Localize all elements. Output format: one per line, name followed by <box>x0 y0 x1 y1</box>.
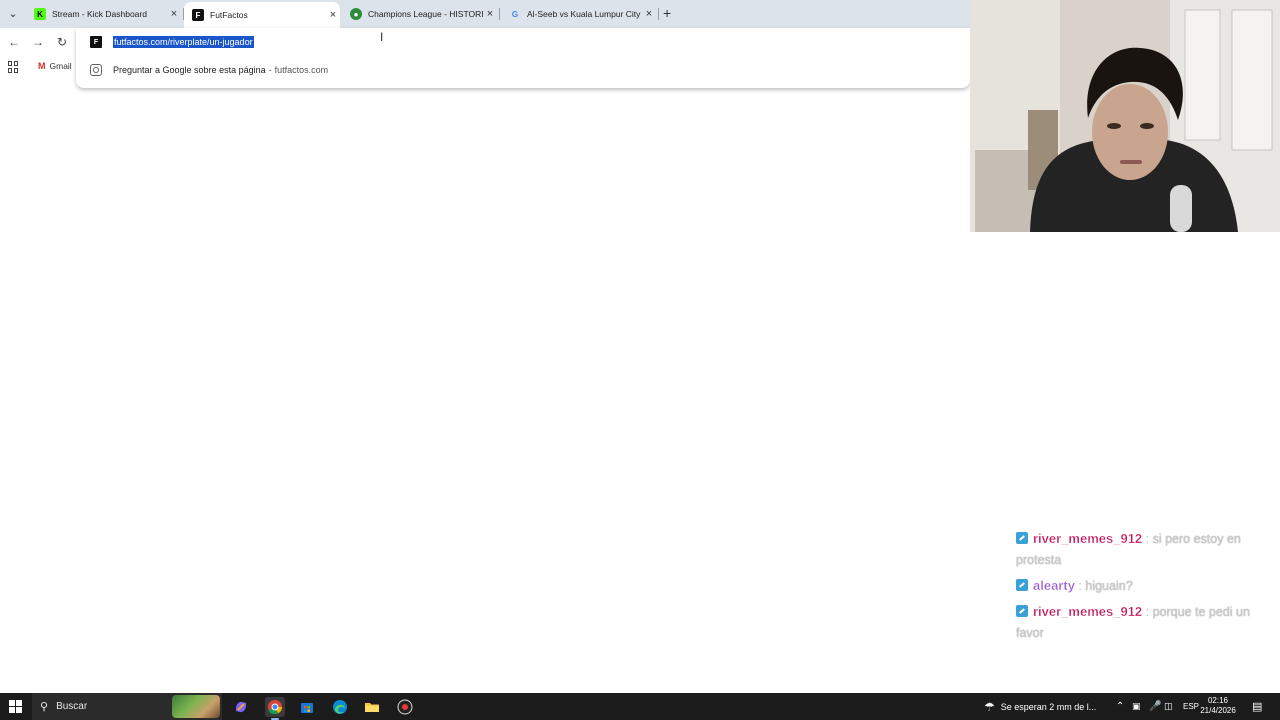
verified-badge-icon <box>1016 532 1028 544</box>
soccer-ball-icon: ● <box>350 8 362 20</box>
gmail-icon: M <box>38 61 46 71</box>
tab-title: Al-Seeb vs Kuala Lumpur City 2 <box>527 9 642 19</box>
obs-recording-icon[interactable] <box>395 697 415 717</box>
tab-title: FutFactos <box>210 10 248 20</box>
microsoft-store-icon[interactable] <box>297 697 317 717</box>
chat-message: river_memes_912 : porque te pedi un favo… <box>1016 601 1276 644</box>
tab-title: Stream - Kick Dashboard <box>52 9 147 19</box>
tab-kick-dashboard[interactable]: K Stream - Kick Dashboard × <box>26 2 181 26</box>
chat-username: river_memes_912 <box>1033 604 1143 619</box>
tab-strip: ⌄ K Stream - Kick Dashboard × F FutFacto… <box>0 0 970 28</box>
futfactos-icon: F <box>192 9 204 21</box>
verified-badge-icon <box>1016 579 1028 591</box>
notification-icon[interactable]: ▤ <box>1252 693 1262 720</box>
bookmark-label: Gmail <box>49 61 72 71</box>
stream-chat: river_memes_912 : si pero estoy en prote… <box>1016 528 1276 648</box>
omnibox-dropdown: F futfactos.com/riverplate/un-jugador Pr… <box>76 28 970 88</box>
close-icon[interactable]: × <box>326 9 340 21</box>
forward-arrow-icon[interactable]: → <box>30 34 46 50</box>
chat-separator: : <box>1145 605 1150 619</box>
weather-widget[interactable]: ☂ Se esperan 2 mm de l... <box>984 693 1096 720</box>
language-indicator[interactable]: ESP <box>1183 693 1199 720</box>
chat-message: alearty : higuain? <box>1016 575 1276 597</box>
chat-username: alearty <box>1033 578 1075 593</box>
windows-taskbar: ⚲ Buscar ☂ Se esperan 2 mm de l... ⌃ ▣ 🎤 <box>0 693 1280 720</box>
show-hidden-icons-chevron-icon[interactable]: ⌃ <box>1116 693 1124 720</box>
address-bar[interactable]: F futfactos.com/riverplate/un-jugador <box>90 34 254 50</box>
device-icon[interactable]: ▣ <box>1132 693 1141 720</box>
windows-start-icon[interactable] <box>9 700 22 713</box>
tab-title: Champions League - HISTORIA <box>368 9 483 19</box>
apps-grid-icon[interactable] <box>8 61 20 73</box>
tab-search-chevron-icon[interactable]: ⌄ <box>4 4 22 22</box>
omnibox-suggestion[interactable]: Preguntar a Google sobre esta página - f… <box>90 62 328 78</box>
close-icon[interactable]: × <box>167 8 181 20</box>
taskbar-search-box[interactable]: ⚲ Buscar <box>32 693 222 720</box>
tab-al-seeb-match[interactable]: G Al-Seeb vs Kuala Lumpur City 2 × <box>501 2 656 26</box>
tab-futfactos[interactable]: F FutFactos × <box>184 2 340 28</box>
tab-champions-league[interactable]: ● Champions League - HISTORIA × <box>342 2 497 26</box>
verified-badge-icon <box>1016 605 1028 617</box>
webcam-image <box>970 0 1280 232</box>
close-icon[interactable]: × <box>483 8 497 20</box>
copilot-icon[interactable] <box>231 697 251 717</box>
file-explorer-icon[interactable] <box>362 697 382 717</box>
reload-icon[interactable]: ↻ <box>54 34 70 50</box>
suggestion-text: Preguntar a Google sobre esta página <box>113 65 266 75</box>
screen: ⌄ K Stream - Kick Dashboard × F FutFacto… <box>0 0 1280 720</box>
clock[interactable]: 02:16 21/4/2026 <box>1198 696 1238 716</box>
suggestion-domain: futfactos.com <box>274 65 329 75</box>
kick-icon: K <box>34 8 46 20</box>
url-input[interactable]: futfactos.com/riverplate/un-jugador <box>113 36 254 48</box>
suggestion-separator: - <box>268 65 272 75</box>
edge-icon[interactable] <box>330 697 350 717</box>
close-icon[interactable]: × <box>642 8 656 20</box>
chrome-icon[interactable] <box>265 697 285 720</box>
clock-date: 21/4/2026 <box>1200 706 1236 715</box>
futfactos-icon: F <box>90 36 102 48</box>
chat-username: river_memes_912 <box>1033 531 1143 546</box>
weather-text: Se esperan 2 mm de l... <box>1000 701 1097 712</box>
google-icon: G <box>511 9 519 19</box>
rain-cloud-icon: ☂ <box>984 699 995 714</box>
chat-text: higuain? <box>1085 579 1133 593</box>
text-cursor-icon: I <box>380 30 384 44</box>
google-lens-icon <box>90 64 102 76</box>
bookmark-gmail[interactable]: M Gmail <box>38 61 72 71</box>
chat-separator: : <box>1078 579 1082 593</box>
search-highlight-image <box>172 695 220 718</box>
chat-message: river_memes_912 : si pero estoy en prote… <box>1016 528 1276 571</box>
webcam-feed <box>970 0 1280 232</box>
microphone-icon[interactable]: 🎤 <box>1149 693 1161 720</box>
chat-separator: : <box>1145 532 1150 546</box>
network-icon[interactable]: ◫ <box>1164 693 1173 720</box>
clock-time: 02:16 <box>1207 696 1229 705</box>
search-placeholder: Buscar <box>56 701 88 712</box>
new-tab-plus-icon[interactable]: + <box>663 5 671 21</box>
back-arrow-icon[interactable]: ← <box>6 34 22 50</box>
search-icon: ⚲ <box>40 701 49 713</box>
